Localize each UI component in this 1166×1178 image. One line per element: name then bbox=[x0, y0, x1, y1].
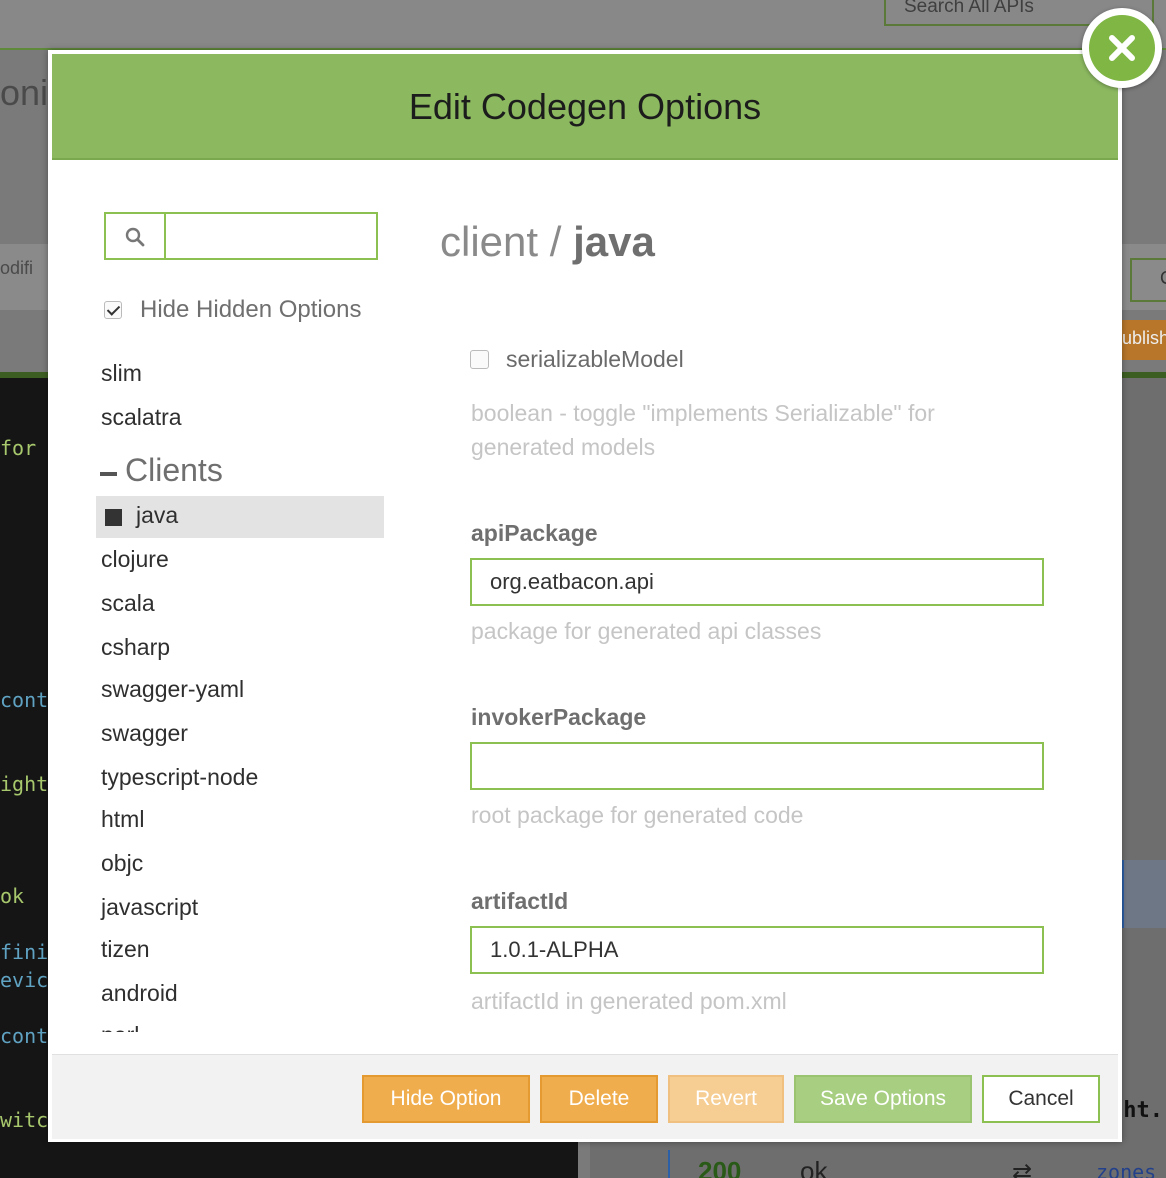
save-options-button[interactable]: Save Options bbox=[794, 1075, 972, 1123]
modal-header: Edit Codegen Options bbox=[52, 54, 1118, 160]
description-line: generated models bbox=[471, 434, 656, 460]
bg-response-code: 200 bbox=[698, 1156, 742, 1178]
list-item[interactable]: swagger-yaml bbox=[101, 676, 244, 703]
invoker-package-label: invokerPackage bbox=[471, 704, 647, 730]
list-item[interactable]: scala bbox=[101, 590, 155, 617]
list-item[interactable]: scalatra bbox=[101, 404, 182, 431]
close-icon bbox=[1109, 35, 1135, 61]
serializable-model-checkbox[interactable] bbox=[470, 350, 489, 369]
bg-swap-arrows-icon: ⇄ bbox=[1012, 1159, 1033, 1178]
serializable-model-label: serializableModel bbox=[506, 346, 684, 372]
bg-button: C bbox=[1130, 258, 1166, 302]
bg-modified-text: odifi bbox=[0, 258, 34, 278]
api-package-label: apiPackage bbox=[471, 520, 598, 546]
bg-code-line: ight bbox=[0, 772, 49, 796]
list-item[interactable]: javascript bbox=[101, 894, 198, 921]
list-item[interactable]: slim bbox=[101, 360, 142, 387]
square-icon bbox=[105, 509, 122, 526]
bg-code-line: ok bbox=[0, 884, 25, 908]
bg-publish-button: ublish bbox=[1122, 320, 1166, 360]
invoker-package-description: root package for generated code bbox=[471, 802, 804, 828]
breadcrumb-type: client / bbox=[440, 218, 562, 265]
codegen-options-modal: Edit Codegen Options Hide Hidden Options… bbox=[48, 50, 1122, 1142]
modal-title: Edit Codegen Options bbox=[408, 86, 762, 127]
hide-hidden-label: Hide Hidden Options bbox=[140, 296, 362, 323]
breadcrumb-language: java bbox=[573, 218, 655, 265]
hide-option-button[interactable]: Hide Option bbox=[362, 1075, 530, 1123]
language-search bbox=[104, 212, 378, 260]
bg-code-line: witc bbox=[0, 1108, 49, 1132]
invoker-package-input[interactable] bbox=[470, 742, 1044, 790]
artifact-id-label: artifactId bbox=[471, 888, 569, 914]
artifact-id-description: artifactId in generated pom.xml bbox=[471, 988, 787, 1014]
bg-blue-block bbox=[1122, 860, 1166, 928]
close-button[interactable] bbox=[1082, 8, 1162, 88]
close-button-circle bbox=[1089, 15, 1155, 81]
api-package-description: package for generated api classes bbox=[471, 618, 822, 644]
collapse-icon bbox=[100, 471, 117, 476]
search-input[interactable] bbox=[166, 214, 374, 258]
list-item[interactable]: csharp bbox=[101, 634, 170, 661]
serializable-model-option[interactable]: serializableModel bbox=[470, 346, 684, 373]
list-item-active[interactable]: java bbox=[96, 496, 384, 538]
group-header-clients[interactable]: Clients bbox=[100, 452, 223, 489]
api-package-input[interactable] bbox=[470, 558, 1044, 606]
bg-blue-line bbox=[668, 1150, 670, 1178]
description-line: boolean - toggle "implements Serializabl… bbox=[471, 400, 935, 426]
bg-response-text: ok bbox=[800, 1156, 828, 1178]
list-item[interactable]: swagger bbox=[101, 720, 188, 747]
list-item[interactable]: html bbox=[101, 806, 144, 833]
bg-code-text: zones bbox=[1096, 1160, 1157, 1178]
cancel-button[interactable]: Cancel bbox=[982, 1075, 1100, 1123]
list-item[interactable]: tizen bbox=[101, 936, 150, 963]
bg-code-line: for bbox=[0, 436, 37, 460]
list-item[interactable]: android bbox=[101, 980, 178, 1007]
breadcrumb: client / java bbox=[440, 218, 655, 266]
search-icon bbox=[106, 214, 166, 258]
revert-button[interactable]: Revert bbox=[668, 1075, 784, 1123]
list-item[interactable]: perl bbox=[101, 1022, 139, 1032]
bg-code-line: fini bbox=[0, 940, 49, 964]
list-item[interactable]: typescript-node bbox=[101, 764, 258, 791]
delete-button[interactable]: Delete bbox=[540, 1075, 658, 1123]
group-label: Clients bbox=[125, 452, 223, 488]
bg-code-line: evic bbox=[0, 968, 49, 992]
artifact-id-input[interactable] bbox=[470, 926, 1044, 974]
language-list: slim scalatra Clients java clojure scala… bbox=[96, 350, 432, 1032]
hide-hidden-options-toggle[interactable]: Hide Hidden Options bbox=[104, 294, 361, 326]
hide-hidden-checkbox[interactable] bbox=[104, 301, 122, 319]
list-item[interactable]: clojure bbox=[101, 546, 169, 573]
list-item-label: java bbox=[136, 502, 179, 528]
serializable-model-description: boolean - toggle "implements Serializabl… bbox=[471, 396, 935, 464]
bg-title: oni bbox=[0, 72, 49, 113]
modal-footer: Hide Option Delete Revert Save Options C… bbox=[52, 1054, 1118, 1139]
list-item[interactable]: objc bbox=[101, 850, 143, 877]
